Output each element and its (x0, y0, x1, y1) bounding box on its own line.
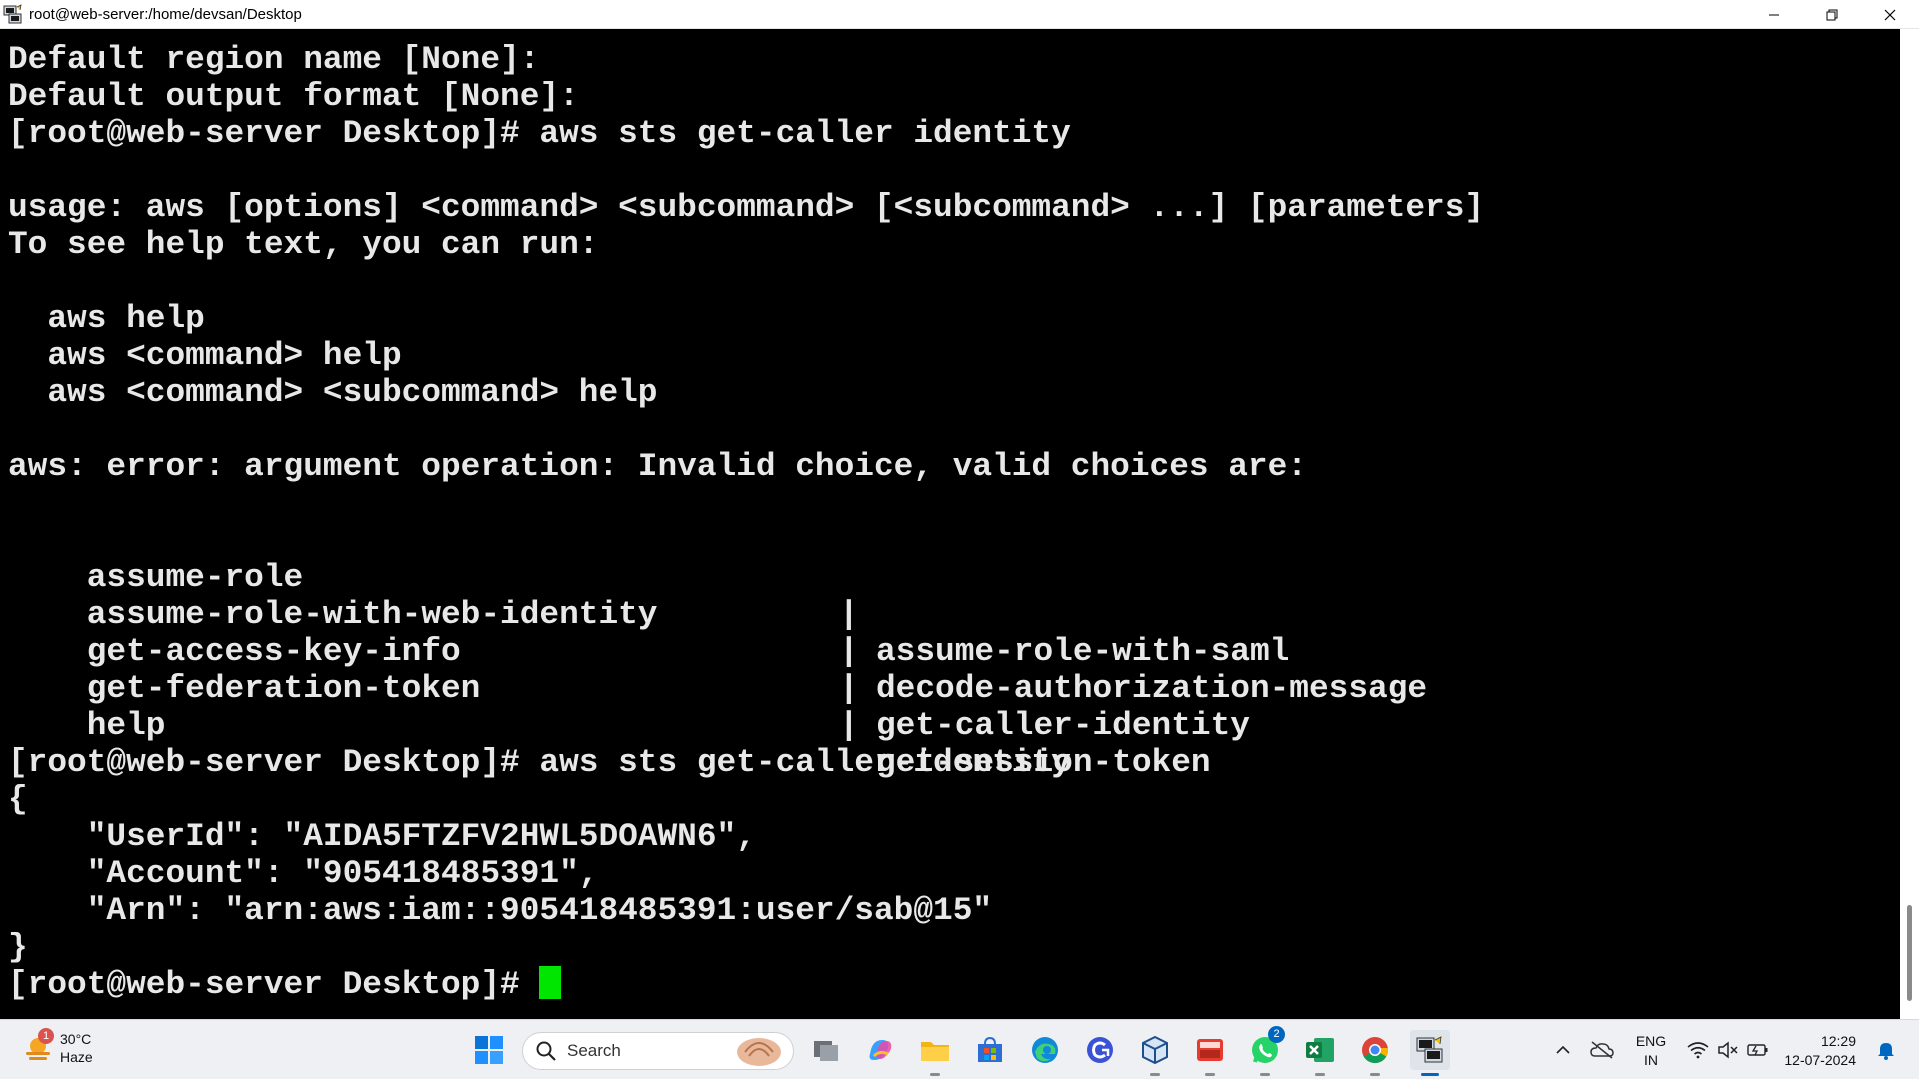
chrome-icon (1362, 1037, 1389, 1064)
file-explorer-icon (921, 1042, 949, 1061)
terminal-output[interactable]: Default region name [None]: Default outp… (0, 29, 1900, 1019)
wifi-icon (1687, 1042, 1709, 1059)
terminal-line: Default region name [None]: (8, 41, 540, 78)
choice-row: help (8, 670, 1888, 744)
running-indicator (1370, 1073, 1380, 1076)
choice-separator: | (839, 707, 859, 744)
microsoft-store-icon (978, 1036, 1002, 1062)
minimize-button[interactable] (1745, 0, 1803, 29)
terminal-line: [root@web-server Desktop]# aws sts get-c… (8, 744, 1071, 781)
search-label: Search (567, 1041, 621, 1060)
terminal-line: } (8, 929, 28, 966)
running-indicator (1315, 1073, 1325, 1076)
battery-charging-icon (1747, 1044, 1768, 1056)
whatsapp-badge: 2 (1268, 1026, 1285, 1043)
volume-muted-icon (1718, 1041, 1738, 1059)
terminal-line: "Arn": "arn:aws:iam::905418485391:user/s… (8, 892, 993, 929)
running-indicator (930, 1073, 940, 1076)
terminal-scrollbar[interactable] (1900, 29, 1919, 1019)
choice-right: get-caller-identity (876, 707, 1250, 744)
terminal-line: aws help (8, 300, 205, 337)
terminal-line: aws <command> <subcommand> help (8, 374, 658, 411)
show-hidden-icons-button[interactable] (1551, 1030, 1575, 1070)
search-highlight-shell-icon (737, 1038, 781, 1066)
putty-icon (1416, 1036, 1443, 1063)
weather-condition: Haze (60, 1049, 93, 1065)
copilot-icon (869, 1040, 892, 1060)
choice-row: assume-role-with-web-identity | decode-a… (8, 559, 1888, 707)
window-title: root@web-server:/home/devsan/Desktop (29, 5, 302, 23)
microsoft-store-button[interactable] (970, 1030, 1010, 1070)
terminal-line: "UserId": "AIDA5FTZFV2HWL5DOAWN6", (8, 818, 756, 855)
chrome-button[interactable] (1355, 1030, 1395, 1076)
putty-button[interactable] (1410, 1030, 1450, 1076)
language-code: ENG (1635, 1033, 1667, 1049)
running-indicator (1205, 1073, 1215, 1076)
terminal-line: "Account": "905418485391", (8, 855, 599, 892)
app-red-button[interactable] (1190, 1030, 1230, 1076)
putty-app-icon[interactable] (2, 3, 24, 25)
task-view-button[interactable] (806, 1030, 846, 1070)
battery-button[interactable] (1744, 1030, 1772, 1070)
weather-widget[interactable]: 1 30°C Haze (22, 1028, 93, 1066)
virtualbox-icon (1142, 1035, 1168, 1065)
clock-time: 12:29 (1820, 1033, 1856, 1049)
clock-date: 12-07-2024 (1784, 1052, 1856, 1068)
running-indicator (1260, 1073, 1270, 1076)
excel-button[interactable] (1300, 1030, 1340, 1076)
taskbar: 1 30°C Haze Search 2 ENG IN 12:29 12-07-… (0, 1019, 1919, 1079)
start-button[interactable] (469, 1030, 509, 1070)
taskbar-search[interactable]: Search (522, 1032, 794, 1070)
region-code: IN (1644, 1052, 1658, 1068)
minimize-icon (1769, 14, 1779, 15)
terminal-line: [root@web-server Desktop]# aws sts get-c… (8, 115, 1071, 152)
whatsapp-button[interactable]: 2 (1245, 1026, 1285, 1076)
edge-button[interactable] (1025, 1030, 1065, 1070)
app-red-icon (1197, 1039, 1223, 1061)
app-c-button[interactable] (1080, 1030, 1120, 1070)
restore-button[interactable] (1803, 0, 1861, 29)
onedrive-button[interactable] (1587, 1030, 1617, 1070)
scrollbar-thumb[interactable] (1907, 905, 1912, 1001)
choice-row: get-federation-token | get-session-token (8, 633, 1888, 781)
running-indicator-active (1421, 1073, 1439, 1076)
weather-badge: 1 (38, 1028, 54, 1044)
volume-button[interactable] (1714, 1030, 1742, 1070)
file-explorer-button[interactable] (915, 1030, 955, 1076)
task-view-icon (814, 1041, 838, 1061)
app-c-icon (1087, 1037, 1113, 1063)
terminal-line: usage: aws [options] <command> <subcomma… (8, 189, 1485, 226)
title-bar: root@web-server:/home/devsan/Desktop (0, 0, 1919, 29)
shell-prompt: [root@web-server Desktop]# (8, 966, 540, 1003)
terminal-line: aws: error: argument operation: Invalid … (8, 448, 1307, 485)
choice-row: assume-role | assume-role-with-saml (8, 522, 1888, 670)
running-indicator (1150, 1073, 1160, 1076)
notifications-button[interactable] (1872, 1030, 1900, 1070)
onedrive-offline-icon (1590, 1041, 1614, 1059)
terminal-line: { (8, 781, 28, 818)
choice-left: help (86, 707, 166, 744)
search-icon (536, 1041, 556, 1061)
terminal-line: To see help text, you can run: (8, 226, 599, 263)
weather-temp: 30°C (60, 1031, 92, 1047)
copilot-button[interactable] (860, 1030, 900, 1070)
network-button[interactable] (1684, 1030, 1712, 1070)
prompt-line[interactable]: [root@web-server Desktop]# (8, 965, 562, 1003)
terminal-line: Default output format [None]: (8, 78, 579, 115)
terminal-line: aws <command> help (8, 337, 402, 374)
bell-icon (1878, 1043, 1894, 1060)
start-icon (475, 1036, 503, 1064)
chevron-up-icon (1556, 1045, 1570, 1054)
restore-icon (1826, 9, 1838, 20)
input-language[interactable]: ENG IN (1630, 1032, 1672, 1070)
virtualbox-button[interactable] (1135, 1030, 1175, 1076)
excel-icon (1306, 1038, 1334, 1062)
text-cursor (539, 965, 562, 999)
close-icon (1884, 9, 1896, 20)
choice-row: get-access-key-info | get-caller-identit… (8, 596, 1888, 744)
close-button[interactable] (1861, 0, 1919, 29)
edge-icon (1032, 1037, 1058, 1063)
system-clock[interactable]: 12:29 12-07-2024 (1780, 1032, 1856, 1070)
